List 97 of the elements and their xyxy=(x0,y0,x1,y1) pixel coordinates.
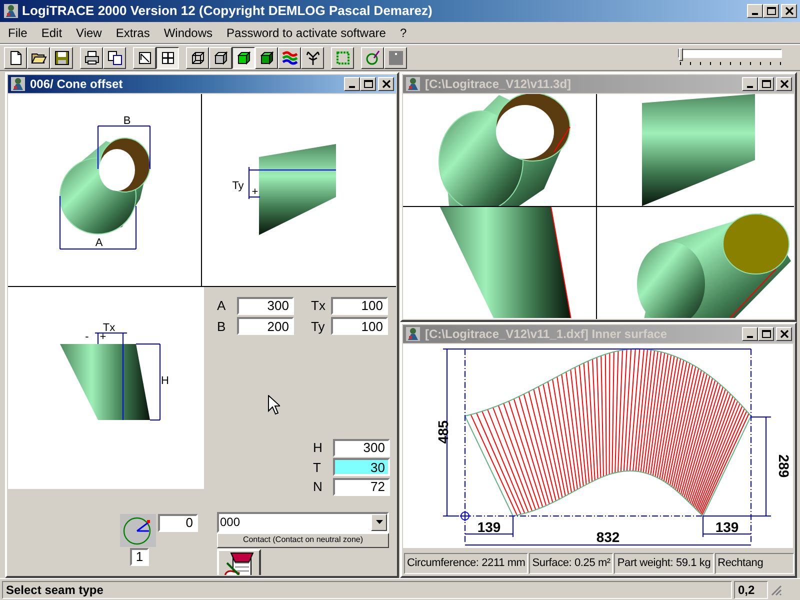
field-label: Ty xyxy=(310,318,326,336)
close-icon xyxy=(780,80,788,88)
maximize-button[interactable] xyxy=(763,4,779,18)
maximize-icon xyxy=(364,80,372,88)
mouse-cursor-icon xyxy=(268,395,280,415)
caret-icon xyxy=(376,520,382,524)
shaded-cube-icon xyxy=(258,50,274,66)
number-field[interactable]: 0 xyxy=(158,514,198,532)
close-button[interactable] xyxy=(776,327,792,341)
dropdown-arrow-button[interactable] xyxy=(371,514,387,530)
number-field[interactable]: 200 xyxy=(237,317,294,336)
field-label: Tx xyxy=(310,297,326,315)
wavy-bands-icon xyxy=(282,50,298,66)
seam-type-dropdown[interactable]: 000 xyxy=(217,512,389,532)
app-icon xyxy=(405,76,421,92)
dimension-label: - xyxy=(85,331,89,343)
slider-thumb[interactable] xyxy=(679,48,683,60)
close-icon xyxy=(382,80,390,88)
minimize-button[interactable] xyxy=(742,327,758,341)
app-icon xyxy=(405,326,421,342)
minimize-button[interactable] xyxy=(747,4,763,18)
menu-item[interactable]: ? xyxy=(392,24,414,42)
notepad-icon xyxy=(223,550,255,575)
menu-item[interactable]: Password to activate software xyxy=(220,24,393,42)
minimize-button[interactable] xyxy=(742,77,758,91)
menu-item[interactable]: Windows xyxy=(156,24,220,42)
status-text: Rechtang xyxy=(718,556,764,572)
number-field[interactable]: 300 xyxy=(333,438,390,457)
close-button[interactable] xyxy=(378,77,394,91)
seam-tool-button[interactable] xyxy=(217,548,261,575)
menu-item[interactable]: View xyxy=(69,24,109,42)
status-value: 0,2 xyxy=(738,582,755,598)
field-label: A xyxy=(217,297,227,315)
maximize-button[interactable] xyxy=(758,77,774,91)
menu-item[interactable]: Edit xyxy=(34,24,70,42)
dimension-line xyxy=(98,126,150,170)
dimension-label: + xyxy=(252,186,258,198)
dimension-label: B xyxy=(123,115,131,127)
maximize-icon xyxy=(762,330,770,338)
new-document-icon xyxy=(8,50,24,66)
field-label: T xyxy=(313,458,322,476)
origin-marker-icon xyxy=(460,510,470,522)
app-icon xyxy=(3,3,19,19)
count-field[interactable]: 1 xyxy=(130,548,149,566)
single-view-icon xyxy=(136,50,152,66)
field-label: N xyxy=(313,478,324,496)
dimension-label: 289 xyxy=(776,454,792,478)
field-label: B xyxy=(217,318,227,336)
contact-button[interactable]: Contact (Contact on neutral zone) xyxy=(217,532,389,548)
maximize-button[interactable] xyxy=(360,77,376,91)
printer-icon xyxy=(84,50,100,66)
size-grip-icon[interactable] xyxy=(770,584,782,596)
wireframe-cube-icon xyxy=(190,50,206,66)
number-field[interactable]: 300 xyxy=(237,296,294,315)
number-field[interactable]: 30 xyxy=(333,458,390,476)
app-icon xyxy=(10,76,26,92)
window-title: LogiTRACE 2000 Version 12 (Copyright DEMLOG Pascal Demarez) xyxy=(22,2,432,20)
four-pane-icon xyxy=(160,50,176,66)
dimension-label: H xyxy=(161,375,169,387)
number-field[interactable]: 72 xyxy=(333,478,390,496)
dimension-label: + xyxy=(100,331,106,343)
dimension-label: Ty xyxy=(232,180,244,192)
dimension-label: A xyxy=(95,237,103,249)
status-message: Select seam type xyxy=(6,582,104,598)
document-title: 006/ Cone offset xyxy=(30,76,123,93)
menu-item[interactable]: File xyxy=(1,24,34,42)
blank-square-icon xyxy=(388,50,404,66)
close-button[interactable] xyxy=(776,77,792,91)
field-label: H xyxy=(313,439,324,457)
maximize-button[interactable] xyxy=(758,327,774,341)
dimension-label: 139 xyxy=(477,519,501,535)
dimension-label: 139 xyxy=(715,519,739,535)
seam-dial-icon[interactable] xyxy=(120,514,156,547)
solid-cube-icon xyxy=(236,50,252,66)
toolbar-button[interactable] xyxy=(232,46,255,68)
hidden-line-cube-icon xyxy=(212,50,228,66)
close-icon xyxy=(784,7,794,15)
document-title: [C:\Logitrace_V12\v11.3d] xyxy=(425,76,572,93)
branch-icon xyxy=(304,50,320,66)
menu-item[interactable]: Extras xyxy=(108,24,157,42)
toolbar-button[interactable] xyxy=(156,46,179,68)
close-button[interactable] xyxy=(781,4,797,18)
dimension-label: 832 xyxy=(596,529,620,545)
close-icon xyxy=(780,330,788,338)
copy-icon xyxy=(106,50,122,66)
number-field[interactable]: 100 xyxy=(331,317,388,336)
maximize-icon xyxy=(766,7,776,15)
dimension-label: Tx xyxy=(102,322,116,334)
minimize-button[interactable] xyxy=(344,77,360,91)
number-field[interactable]: 100 xyxy=(331,296,388,315)
status-text: Circumference: 2211 mm xyxy=(407,556,526,572)
dimension-label: 485 xyxy=(435,420,451,444)
circle-curve-icon xyxy=(364,50,380,66)
status-text: Surface: 0.25 m² xyxy=(532,556,610,572)
status-text: Part weight: 59.1 kg xyxy=(617,556,711,572)
maximize-icon xyxy=(762,80,770,88)
dotted-square-icon xyxy=(334,50,350,66)
